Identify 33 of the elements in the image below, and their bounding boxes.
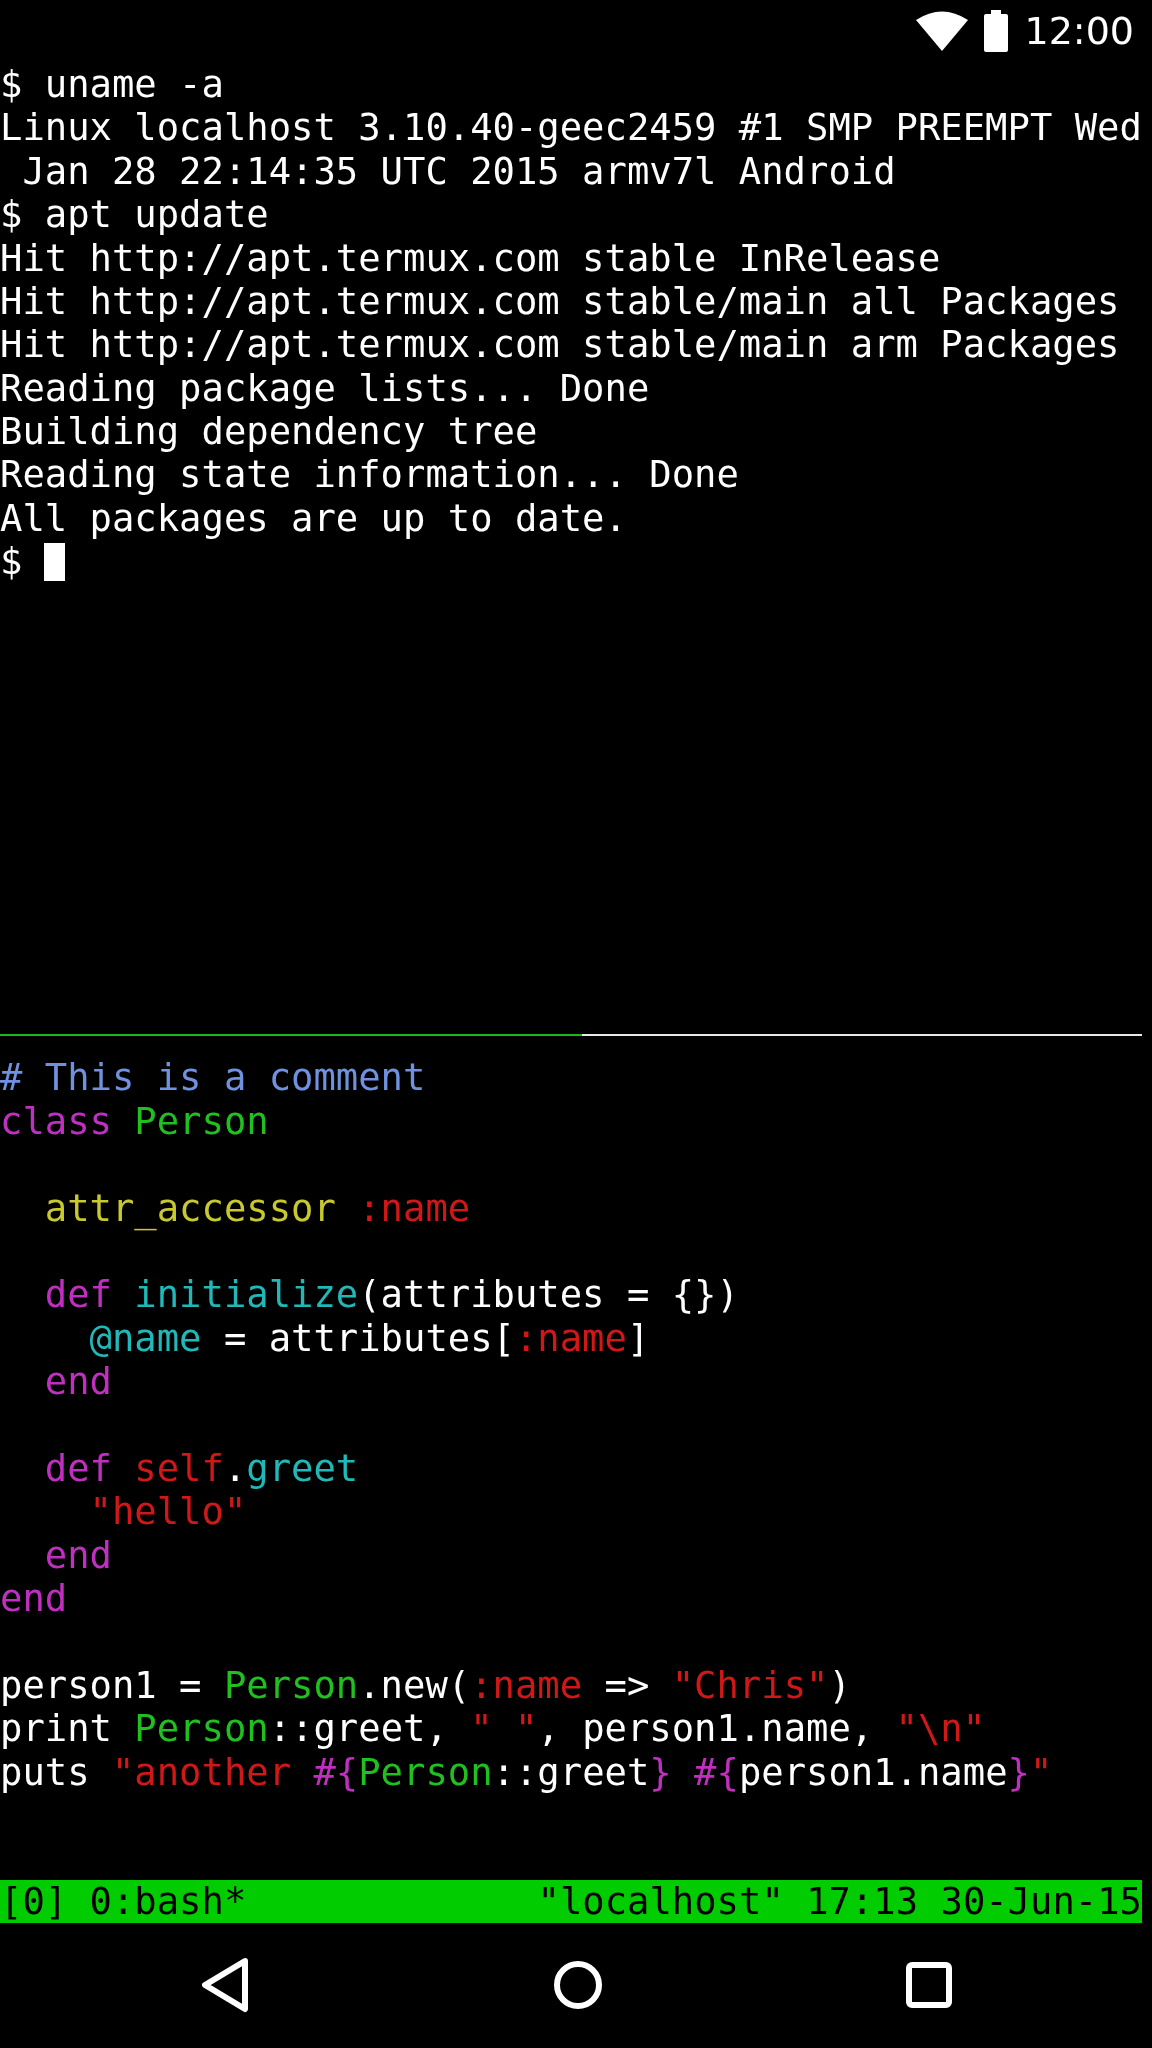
terminal-line: Jan 28 22:14:35 UTC 2015 armv7l Android <box>21 149 896 194</box>
recents-icon[interactable] <box>906 1962 953 2009</box>
code-line: class Person <box>0 1099 269 1144</box>
code-line: def initialize(attributes = {}) <box>43 1273 739 1317</box>
code-line: person1 = Person.new(:name => "Chris") <box>0 1663 851 1708</box>
window-list: [0] 0:bash* <box>0 1879 247 1923</box>
code-line: puts "another #{Person::greet} #{person1.name}" <box>0 1750 1053 1794</box>
wifi-icon <box>916 11 969 52</box>
code-line: "hello" <box>88 1490 247 1534</box>
code-line: def self.greet <box>43 1446 359 1491</box>
home-icon[interactable] <box>553 1960 603 2011</box>
code-line: print Person::greet, " ", person1.name, "\n" <box>0 1707 986 1751</box>
code-line: @name = attributes[:name] <box>88 1316 650 1361</box>
code-line: attr_accessor :name <box>43 1186 471 1230</box>
code-line: end <box>43 1360 112 1404</box>
terminal-line: Reading package lists... Done <box>0 366 650 411</box>
code-line: end <box>43 1533 112 1578</box>
terminal-line: $ uname -a <box>0 62 224 107</box>
prompt: $ <box>0 540 23 584</box>
terminal-line: $ apt update <box>0 193 269 237</box>
terminal-line: Linux localhost 3.10.40-geec2459 #1 SMP PREEMPT Wed <box>0 106 1142 150</box>
code-line: end <box>0 1577 68 1621</box>
terminal-line: Hit http://apt.termux.com stable InRelease <box>0 236 941 280</box>
terminal-line: All packages are up to date. <box>0 496 627 541</box>
battery-icon <box>984 10 1009 53</box>
back-icon[interactable] <box>199 1957 250 2014</box>
host-time: "localhost" 17:13 30-Jun-15 <box>537 1879 1142 1923</box>
terminal-line: Hit http://apt.termux.com stable/main all Packages <box>0 279 1120 324</box>
code-line: # This is a comment <box>0 1056 426 1100</box>
terminal-line: Building dependency tree <box>0 410 538 454</box>
terminal-line: Reading state information... Done <box>0 453 739 497</box>
clock: 12:00 <box>1024 7 1134 55</box>
terminal-line: Hit http://apt.termux.com stable/main arm Packages <box>0 323 1120 367</box>
